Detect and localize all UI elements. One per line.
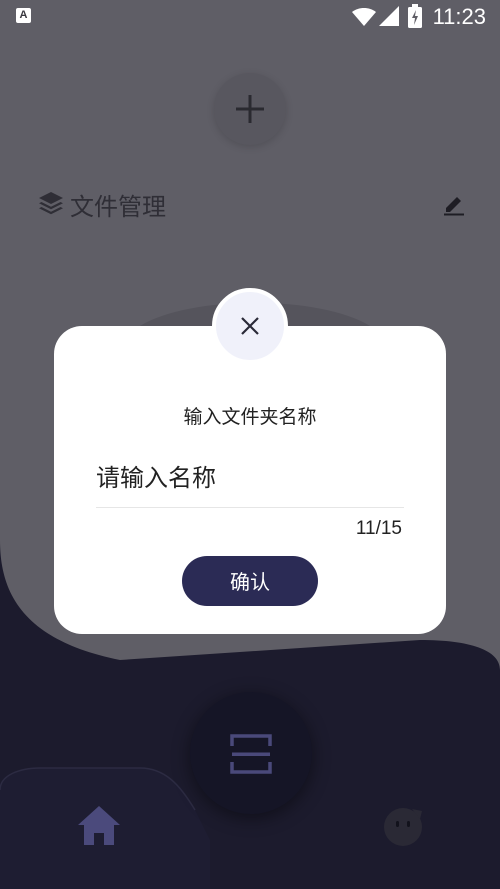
smile-face-icon[interactable] — [382, 805, 424, 847]
signal-icon — [379, 6, 399, 26]
plus-icon — [236, 95, 264, 123]
close-icon — [241, 317, 259, 335]
confirm-button[interactable]: 确认 — [182, 556, 318, 606]
app-notification-icon: A — [16, 8, 31, 23]
section-header: 文件管理 — [38, 184, 468, 224]
pencil-icon[interactable] — [442, 192, 466, 216]
close-button[interactable] — [212, 288, 288, 364]
dialog-title: 输入文件夹名称 — [183, 406, 317, 428]
status-time: 11:23 — [432, 4, 486, 29]
scan-icon — [230, 734, 272, 774]
input-underline — [96, 507, 404, 508]
home-icon[interactable] — [76, 803, 122, 849]
section-title: 文件管理 — [70, 193, 166, 221]
add-button[interactable] — [214, 73, 286, 145]
layers-icon — [39, 192, 63, 215]
folder-name-dialog: 输入文件夹名称 11/15 确认 — [54, 326, 446, 634]
folder-name-input[interactable] — [96, 444, 404, 506]
wifi-icon — [352, 8, 376, 26]
char-counter: 11/15 — [355, 518, 402, 539]
status-bar: A 11:23 — [0, 0, 500, 36]
battery-icon — [408, 4, 422, 28]
scan-button[interactable] — [190, 692, 312, 814]
